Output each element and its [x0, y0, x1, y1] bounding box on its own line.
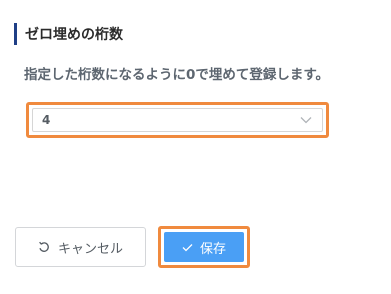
save-button-label: 保存 [199, 241, 226, 257]
zero-padding-settings-panel: ゼロ埋めの桁数 指定した桁数になるように0で埋めて登録します。 4 キャンセル [0, 0, 391, 294]
section-title: ゼロ埋めの桁数 [25, 27, 123, 43]
digits-select[interactable]: 4 [32, 108, 323, 132]
section-description: 指定した桁数になるように0で埋めて登録します。 [24, 67, 330, 83]
undo-icon [38, 241, 50, 253]
title-accent-bar [14, 23, 17, 45]
save-button-highlight: 保存 [158, 226, 250, 268]
cancel-button[interactable]: キャンセル [15, 227, 146, 267]
chevron-down-icon [300, 116, 312, 124]
check-icon [182, 243, 193, 252]
digits-select-highlight: 4 [26, 102, 329, 138]
digits-select-value: 4 [42, 113, 51, 127]
save-button[interactable]: 保存 [164, 232, 244, 262]
section-header: ゼロ埋めの桁数 [14, 23, 123, 45]
cancel-button-label: キャンセル [57, 241, 123, 257]
